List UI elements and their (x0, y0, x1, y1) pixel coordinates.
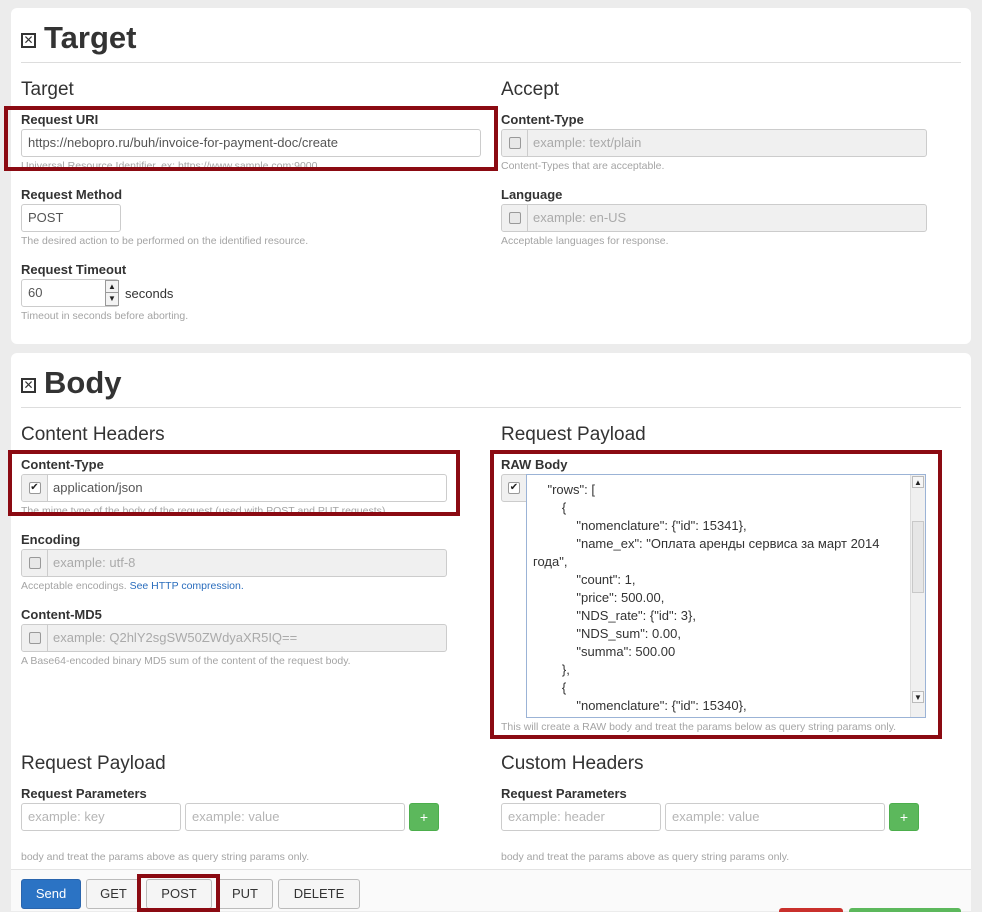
target-section-heading: Target (21, 79, 74, 100)
add-param-button[interactable]: + (409, 803, 439, 831)
timeout-unit: seconds (125, 286, 174, 301)
target-panel-title[interactable]: ✕ Target (21, 18, 136, 58)
checkbox[interactable] (508, 137, 521, 149)
language-label: Language (501, 187, 563, 202)
request-method-label: Request Method (21, 187, 123, 202)
content-md5-input[interactable]: example: Q2hlY2sgSW50ZWdyaXR5IQ== (21, 624, 447, 652)
danger-button-edge[interactable] (779, 908, 843, 912)
params-help: body and treat the params above as query… (21, 851, 310, 863)
placeholder-text: example: text/plain (533, 135, 642, 150)
placeholder-text: example: utf-8 (53, 555, 136, 570)
highlight-box (490, 450, 942, 739)
success-button-edge[interactable] (849, 908, 961, 912)
encoding-help-text: Acceptable encodings. (21, 580, 127, 592)
encoding-checkbox-addon[interactable] (22, 550, 48, 576)
http-compression-link[interactable]: See HTTP compression. (130, 580, 244, 592)
request-method-help: The desired action to be performed on th… (21, 235, 309, 247)
accept-content-type-help: Content-Types that are acceptable. (501, 160, 665, 172)
request-params-label: Request Parameters (21, 786, 147, 801)
get-button[interactable]: GET (86, 879, 141, 909)
body-panel-title[interactable]: ✕ Body (21, 363, 122, 403)
collapse-toggle-icon[interactable]: ✕ (21, 32, 36, 48)
content-md5-label: Content-MD5 (21, 607, 102, 622)
language-input[interactable]: example: en-US (501, 204, 927, 232)
accept-content-type-label: Content-Type (501, 112, 584, 127)
send-button[interactable]: Send (21, 879, 81, 909)
request-payload-heading: Request Payload (501, 424, 646, 445)
target-panel: ✕ Target Target Request URI https://nebo… (4, 8, 971, 344)
placeholder-text: example: Q2hlY2sgSW50ZWdyaXR5IQ== (53, 630, 298, 645)
checkbox[interactable] (28, 557, 41, 569)
spinner-down-icon[interactable]: ▼ (105, 292, 119, 306)
checkbox[interactable] (508, 212, 521, 224)
header-value-input[interactable]: example: value (665, 803, 885, 831)
divider (21, 62, 961, 63)
param-value-input[interactable]: example: value (185, 803, 405, 831)
custom-headers-params-label: Request Parameters (501, 786, 627, 801)
content-md5-help: A Base64-encoded binary MD5 sum of the c… (21, 655, 351, 667)
body-title-text: Body (44, 365, 122, 400)
content-md5-checkbox-addon[interactable] (22, 625, 48, 651)
encoding-label: Encoding (21, 532, 81, 547)
checkbox[interactable] (28, 632, 41, 644)
encoding-help: Acceptable encodings. See HTTP compressi… (21, 580, 244, 592)
encoding-input[interactable]: example: utf-8 (21, 549, 447, 577)
accept-content-type-checkbox-addon[interactable] (502, 130, 528, 156)
highlight-box (137, 874, 220, 912)
request-timeout-label: Request Timeout (21, 262, 127, 277)
custom-headers-help: body and treat the params above as query… (501, 851, 790, 863)
request-timeout-help: Timeout in seconds before aborting. (21, 310, 189, 322)
highlight-box (8, 450, 460, 516)
action-bar: Send GET POST PUT DELETE (11, 869, 971, 912)
param-key-input[interactable]: example: key (21, 803, 181, 831)
put-button[interactable]: PUT (217, 879, 273, 909)
language-help: Acceptable languages for response. (501, 235, 669, 247)
delete-button[interactable]: DELETE (278, 879, 360, 909)
request-method-input[interactable]: POST (21, 204, 121, 232)
highlight-box (4, 106, 498, 171)
divider (21, 407, 961, 408)
custom-headers-heading: Custom Headers (501, 753, 644, 774)
request-payload-params-heading: Request Payload (21, 753, 166, 774)
body-panel: ✕ Body Content Headers Content-Type ✔ ap… (8, 353, 971, 883)
target-title-text: Target (44, 20, 137, 55)
placeholder-text: example: en-US (533, 210, 627, 225)
collapse-toggle-icon[interactable]: ✕ (21, 377, 36, 393)
content-headers-heading: Content Headers (21, 424, 165, 445)
accept-section-heading: Accept (501, 79, 560, 100)
header-key-input[interactable]: example: header (501, 803, 661, 831)
language-checkbox-addon[interactable] (502, 205, 528, 231)
accept-content-type-input[interactable]: example: text/plain (501, 129, 927, 157)
add-header-button[interactable]: + (889, 803, 919, 831)
